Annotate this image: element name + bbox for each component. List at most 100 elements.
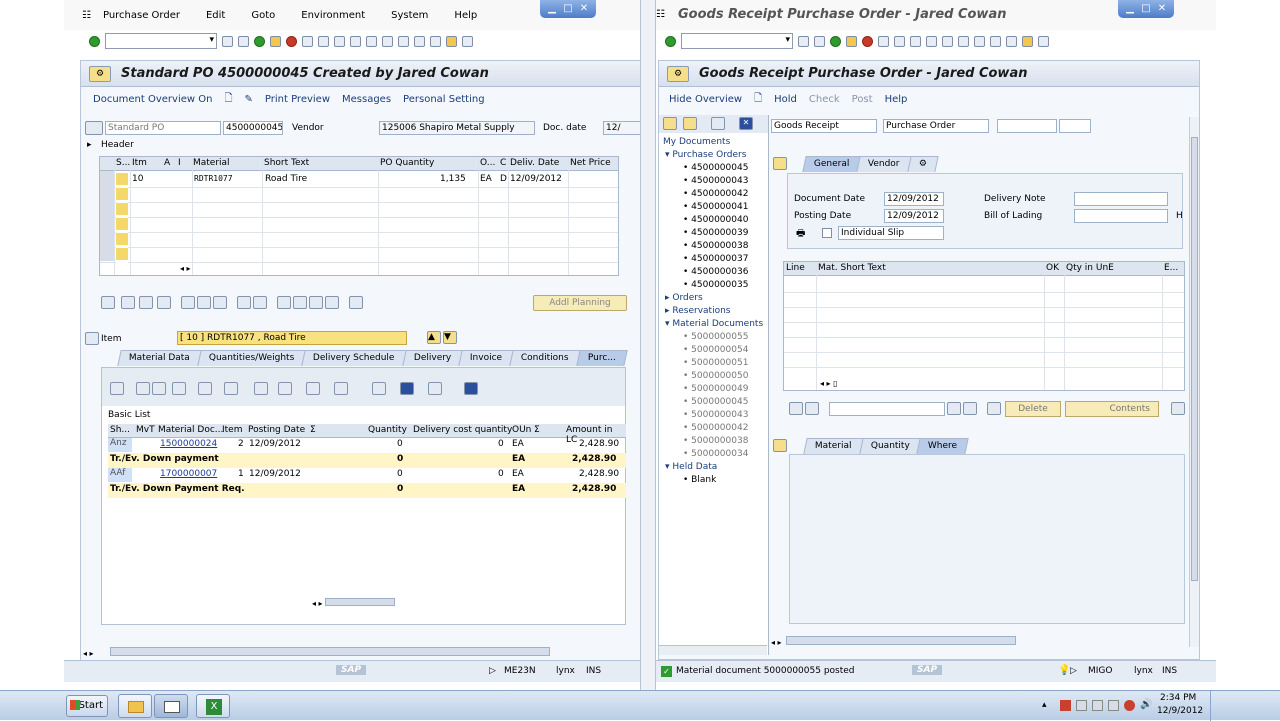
filter-icon[interactable] (198, 382, 212, 395)
menu-icon[interactable]: ☷ (656, 9, 665, 20)
item-down-icon[interactable]: ▼ (443, 331, 457, 344)
col-mat-short-text[interactable]: Mat. Short Text (818, 263, 886, 273)
close-icon[interactable]: ✕ (1155, 2, 1169, 15)
tree-held-data[interactable]: ▾ Held Data (665, 462, 717, 472)
next-page-icon[interactable] (958, 35, 969, 47)
header-toggle-icon[interactable]: ▸ (87, 140, 92, 150)
header-toggle-icon[interactable] (773, 157, 787, 170)
cancel-icon[interactable] (286, 35, 297, 47)
row-doc-link[interactable]: 1700000007 (160, 469, 217, 479)
po-item-field[interactable] (1059, 119, 1091, 133)
table-row[interactable]: AAf 1700000007 1 12/09/2012 0 0 EA 2,428… (108, 468, 626, 483)
po-number-field[interactable]: 4500000045 (223, 121, 283, 135)
help-button[interactable]: Help (885, 94, 908, 105)
tree-po-item[interactable]: • 4500000037 (683, 254, 748, 264)
vendor-field[interactable]: 125006 Shapiro Metal Supply (379, 121, 535, 135)
document-date-field[interactable]: 12/09/2012 (884, 192, 944, 206)
first-page-icon[interactable] (350, 35, 361, 47)
back-icon[interactable] (798, 35, 809, 47)
print-icon[interactable] (302, 35, 313, 47)
tree-purchase-orders[interactable]: ▾ Purchase Orders (665, 150, 746, 160)
col-sigma-2[interactable]: Σ (534, 425, 540, 435)
tree-my-documents[interactable]: My Documents (663, 137, 730, 147)
col-deliv-date[interactable]: Deliv. Date (510, 158, 559, 168)
tree-po-item[interactable]: • 4500000043 (683, 176, 748, 186)
tree-md-item[interactable]: • 5000000049 (683, 384, 748, 394)
status-expand-icon[interactable]: ▷ (1070, 666, 1077, 676)
tree-po-item[interactable]: • 4500000045 (683, 163, 748, 173)
po-type-select[interactable]: Standard PO (105, 121, 221, 135)
tree-md-item[interactable]: • 5000000038 (683, 436, 748, 446)
find-next-icon[interactable] (910, 35, 921, 47)
maximize-icon[interactable]: □ (561, 2, 575, 15)
tab-where[interactable]: Where (916, 438, 970, 454)
new-session-icon[interactable] (414, 35, 425, 47)
print-icon[interactable]: 🖶 (796, 226, 805, 243)
tree-po-item[interactable]: • 4500000042 (683, 189, 748, 199)
show-desktop-button[interactable] (1210, 691, 1218, 721)
enter-icon[interactable] (665, 35, 676, 47)
back-icon[interactable] (222, 35, 233, 47)
detail-hscroll[interactable]: ◂ ▸ (771, 636, 1191, 648)
select-all-icon[interactable] (121, 296, 135, 309)
document-overview-button[interactable]: Document Overview On (93, 94, 212, 105)
tree-md-item[interactable]: • 5000000043 (683, 410, 748, 420)
back-green-icon[interactable] (254, 35, 265, 47)
print-checkbox[interactable] (822, 228, 832, 238)
print-icon[interactable] (878, 35, 889, 47)
menu-edit[interactable]: Edit (206, 10, 225, 21)
table-row[interactable]: Anz 1500000024 2 12/09/2012 0 0 EA 2,428… (108, 438, 626, 453)
new-document-icon[interactable]: 🗋 (754, 91, 762, 108)
hide-overview-button[interactable]: Hide Overview (669, 94, 742, 105)
col-net-price[interactable]: Net Price (570, 158, 611, 168)
print-preview-button[interactable]: Print Preview (265, 94, 330, 105)
col-posting-date[interactable]: Posting Date (248, 425, 305, 435)
po-reference-field[interactable] (997, 119, 1057, 133)
help-icon[interactable] (446, 35, 457, 47)
other-doc-icon[interactable]: ⚙ (667, 65, 689, 82)
sort-down-icon[interactable] (152, 382, 166, 395)
create-icon[interactable]: 🗋 (224, 91, 232, 108)
personal-setting-button[interactable]: Personal Setting (403, 94, 485, 105)
expand-icon[interactable] (663, 117, 677, 130)
delete-button[interactable]: Delete (1005, 401, 1061, 417)
command-field[interactable] (105, 33, 217, 49)
filter-icon[interactable] (309, 296, 323, 309)
tree-md-item[interactable]: • 5000000054 (683, 345, 748, 355)
tray-icon-1[interactable] (1060, 700, 1071, 711)
col-c[interactable]: C (500, 158, 506, 168)
col-e[interactable]: E... (1164, 263, 1178, 273)
page-hscroll[interactable]: ◂ ▸ (83, 647, 623, 659)
find-icon[interactable] (318, 35, 329, 47)
tab-partner-icon[interactable]: ⚙ (907, 156, 939, 172)
sort-up-icon[interactable] (136, 382, 150, 395)
col-i[interactable]: I (178, 158, 181, 168)
command-field[interactable] (681, 33, 793, 49)
filter-icon[interactable] (805, 402, 819, 415)
deselect-icon[interactable] (157, 296, 171, 309)
menu-system[interactable]: System (391, 10, 428, 21)
history-hscroll[interactable]: ◂ ▸ (312, 598, 422, 608)
delete-icon[interactable] (181, 296, 195, 309)
tab-material-data[interactable]: Material Data (117, 350, 202, 366)
status-expand-icon[interactable]: ▷ (489, 666, 496, 676)
tree-po-item[interactable]: • 4500000035 (683, 280, 748, 290)
next-page-icon[interactable] (382, 35, 393, 47)
maximize-icon[interactable]: □ (1139, 2, 1153, 15)
main-vscroll[interactable] (1189, 117, 1199, 647)
col-qty-une[interactable]: Qty in UnE (1066, 263, 1114, 273)
exit-icon[interactable] (846, 35, 857, 47)
sort-desc-icon[interactable] (293, 296, 307, 309)
tab-quantity[interactable]: Quantity (858, 438, 922, 454)
tray-icon-3[interactable] (1092, 700, 1103, 711)
tab-delivery[interactable]: Delivery (402, 350, 463, 366)
find-icon[interactable] (172, 382, 186, 395)
messages-button[interactable]: Messages (342, 94, 391, 105)
item-select[interactable]: [ 10 ] RDTR1077 , Road Tire (177, 331, 407, 345)
lightbulb-icon[interactable]: 💡 (1058, 665, 1070, 676)
details-icon[interactable] (101, 296, 115, 309)
tree-md-item[interactable]: • 5000000051 (683, 358, 748, 368)
select-block-icon[interactable] (139, 296, 153, 309)
detail-toggle-icon[interactable] (773, 439, 787, 452)
tree-md-item[interactable]: • 5000000045 (683, 397, 748, 407)
